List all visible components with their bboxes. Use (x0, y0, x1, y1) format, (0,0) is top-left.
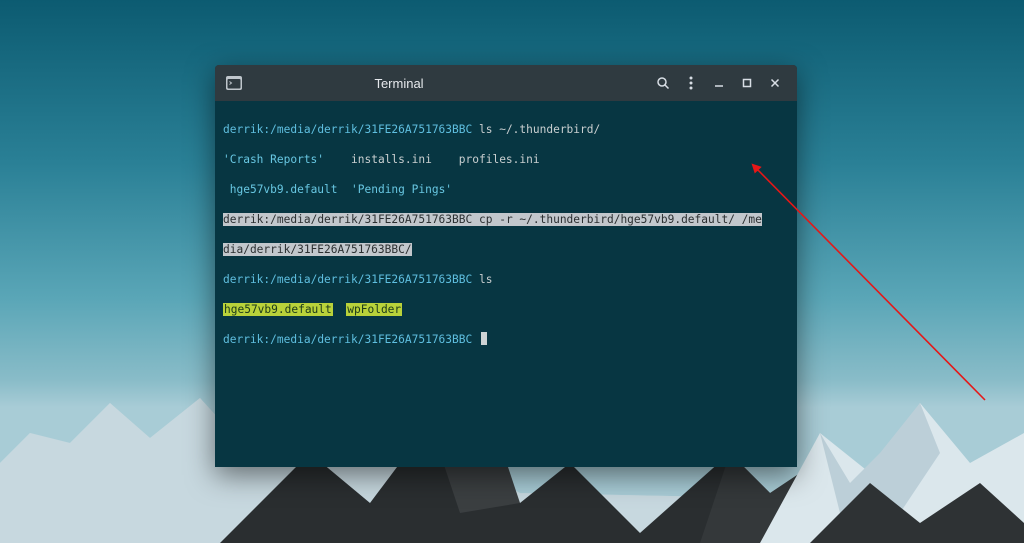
search-icon[interactable] (649, 69, 677, 97)
terminal-cursor (481, 332, 487, 345)
ls-output: installs.ini (351, 153, 432, 166)
command-text: ls ~/.thunderbird/ (479, 123, 600, 136)
ls-output: profiles.ini (459, 153, 540, 166)
menu-icon[interactable] (677, 69, 705, 97)
terminal-output[interactable]: derrik:/media/derrik/31FE26A751763BBC ls… (215, 101, 797, 467)
close-button[interactable] (761, 69, 789, 97)
prompt-path: /media/derrik/31FE26A751763BBC (270, 123, 472, 136)
terminal-window: Terminal derrik:/media/derrik/31FE26A751… (215, 65, 797, 467)
desktop-background: Terminal derrik:/media/derrik/31FE26A751… (0, 0, 1024, 543)
ls-output: 'Crash Reports' (223, 153, 324, 166)
window-title: Terminal (149, 76, 649, 91)
maximize-button[interactable] (733, 69, 761, 97)
command-text: ls (479, 273, 492, 286)
command-text: cp -r ~/.thunderbird/hge57vb9.default/ /… (479, 213, 762, 226)
ls-output-dir: wpFolder (346, 303, 402, 316)
prompt-user: derrik (223, 123, 263, 136)
minimize-button[interactable] (705, 69, 733, 97)
ls-output: hge57vb9.default (230, 183, 338, 196)
ls-output: 'Pending Pings' (351, 183, 452, 196)
command-text: dia/derrik/31FE26A751763BBC/ (223, 243, 412, 256)
ls-output-dir: hge57vb9.default (223, 303, 333, 316)
terminal-app-icon (225, 74, 243, 92)
titlebar: Terminal (215, 65, 797, 101)
